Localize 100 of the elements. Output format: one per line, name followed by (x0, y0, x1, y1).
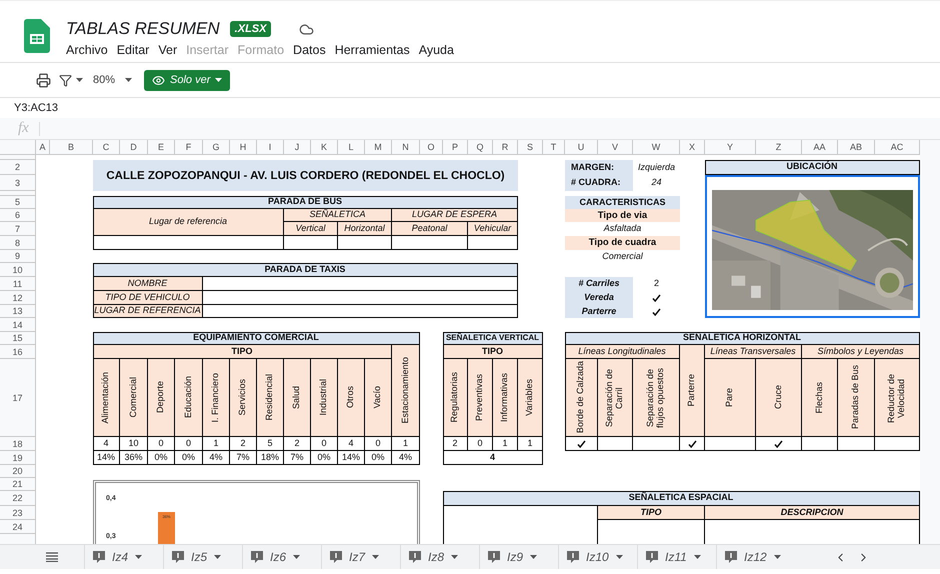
field-value: Comercial (601, 250, 644, 263)
table-cell: 4 (93, 437, 120, 451)
menu-item[interactable]: Ver (158, 43, 178, 57)
row-header-cell: LUGAR DE REFERENCIA (93, 305, 203, 318)
table-cell: 14% (93, 451, 120, 465)
column-header[interactable]: E (148, 140, 175, 155)
table-cell: 0% (175, 451, 203, 465)
column-header[interactable]: AC (875, 140, 920, 155)
sheet-title: CALLE ZOPOZOPANQUI - AV. LUIS CORDERO (REDONDEL EL CHOCLO) (93, 160, 518, 191)
field-label: Tipo de via (565, 209, 680, 222)
menu-item[interactable]: Herramientas (334, 43, 410, 57)
column-header[interactable]: O (420, 140, 443, 155)
column-header[interactable]: AA (802, 140, 838, 155)
column-header[interactable]: J (284, 140, 311, 155)
group-header: Símbolos y Leyendas (802, 345, 920, 359)
section-title: CARACTERISTICAS (565, 196, 680, 209)
cloud-icon[interactable] (299, 22, 314, 36)
row-header: 23 (0, 506, 36, 520)
column-header: Parterre (680, 345, 705, 437)
group-header: Líneas Transversales (705, 345, 802, 359)
column-header[interactable]: Y (705, 140, 756, 155)
row-header: 6 (0, 209, 36, 222)
column-header[interactable]: Z (756, 140, 802, 155)
column-header[interactable]: X (680, 140, 705, 155)
column-header[interactable]: B (50, 140, 93, 155)
caret-icon (694, 555, 701, 559)
column-header: Horizontal (338, 222, 392, 236)
column-header[interactable]: P (443, 140, 468, 155)
row-header: 8 (0, 236, 36, 250)
table-cell: 7% (284, 451, 311, 465)
print-button[interactable] (36, 72, 51, 88)
view-mode-button[interactable]: Solo ver (144, 70, 230, 90)
menu-item[interactable]: Archivo (66, 43, 108, 57)
row-header-cell: NOMBRE (93, 277, 203, 291)
column-header[interactable]: U (565, 140, 598, 155)
row-header: 5 (0, 196, 36, 209)
column-header: Residencial (257, 359, 284, 437)
menu-item[interactable]: Ayuda (418, 43, 454, 57)
column-header[interactable]: R (493, 140, 518, 155)
row-header: 12 (0, 291, 36, 305)
field-label: # CUADRA: (565, 175, 633, 191)
table-cell: 14% (338, 451, 365, 465)
sheet-list-button[interactable] (46, 552, 58, 562)
note-icon (93, 551, 105, 563)
menu-item[interactable]: Editar (116, 43, 150, 57)
column-header[interactable]: W (633, 140, 680, 155)
column-header: Vehicular (468, 222, 518, 236)
column-header[interactable]: S (518, 140, 543, 155)
caret-icon (774, 555, 781, 559)
table-title: SEÑALETICA HORIZONTAL (565, 332, 920, 345)
column-header: Peatonal (392, 222, 468, 236)
column-header[interactable]: M (365, 140, 392, 155)
zoom-select[interactable]: 80% (91, 74, 118, 86)
group-header: LUGAR DE ESPERA (392, 209, 518, 222)
table-cell: 2 (284, 437, 311, 451)
table-cell: 4 (338, 437, 365, 451)
table-cell: 1 (493, 437, 518, 451)
name-box[interactable]: Y3:AC13 (0, 98, 940, 118)
column-header: Pare (705, 359, 756, 437)
table-cell: 5 (257, 437, 284, 451)
column-header[interactable]: I (257, 140, 284, 155)
table-cell: 1 (518, 437, 543, 451)
column-header[interactable]: Q (468, 140, 493, 155)
menu-item[interactable]: Datos (293, 43, 326, 57)
note-icon (172, 551, 184, 563)
column-header[interactable]: C (93, 140, 120, 155)
row-header: 3 (0, 175, 36, 191)
formula-icon: fx (18, 120, 29, 137)
column-header[interactable]: F (175, 140, 203, 155)
column-header: Estacionamiento (392, 345, 420, 437)
row-header: 13 (0, 305, 36, 318)
column-header[interactable]: K (311, 140, 338, 155)
column-header[interactable]: N (392, 140, 420, 155)
column-header[interactable]: V (598, 140, 633, 155)
table-cell: 0% (311, 451, 338, 465)
column-header[interactable]: A (36, 140, 50, 155)
column-header[interactable]: L (338, 140, 365, 155)
note-icon (409, 551, 421, 563)
column-header[interactable]: G (203, 140, 230, 155)
row-header: 16 (0, 345, 36, 359)
table-cell (338, 236, 392, 250)
caret-icon (616, 555, 623, 559)
filter-button[interactable] (59, 74, 83, 86)
spreadsheet-logo-icon[interactable] (24, 19, 50, 53)
document-title[interactable]: TABLAS RESUMEN (66, 19, 220, 39)
column-header: Cruce (756, 359, 802, 437)
column-header[interactable]: T (543, 140, 565, 155)
column-header: Otros (338, 359, 365, 437)
column-header[interactable]: H (230, 140, 257, 155)
note-icon (567, 551, 579, 563)
row-header: 21 (0, 478, 36, 491)
field-value: 24 (650, 176, 662, 190)
column-header: Separación de Carril (598, 359, 633, 437)
table-cell: 1 (203, 437, 230, 451)
note-icon (488, 551, 500, 563)
column-header[interactable]: AB (838, 140, 875, 155)
caret-icon (215, 78, 222, 82)
table-cell (468, 236, 518, 250)
table-cell: 2 (443, 437, 468, 451)
column-header[interactable]: D (120, 140, 148, 155)
